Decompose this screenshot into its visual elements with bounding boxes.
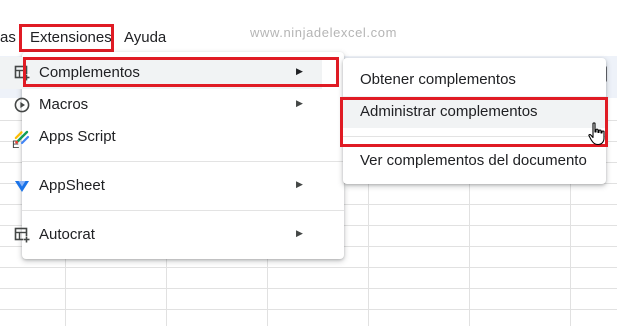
submenu-arrow-icon: ▶	[296, 179, 303, 189]
menu-item-label: AppSheet	[39, 177, 105, 194]
administrar-highlight-box	[340, 97, 608, 147]
submenu-item-ver-documento[interactable]: Ver complementos del documento	[343, 145, 606, 177]
menu-item-partial[interactable]: as	[0, 28, 16, 48]
menu-item-autocrat[interactable]: Autocrat ▶	[0, 219, 322, 251]
complementos-highlight-box	[23, 57, 339, 87]
menu-item-apps-script[interactable]: Apps Script	[0, 121, 322, 153]
play-circle-icon	[14, 97, 30, 113]
menu-help[interactable]: Ayuda	[124, 28, 166, 48]
submenu-item-label: Obtener complementos	[360, 71, 516, 88]
submenu-item-label: Ver complementos del documento	[360, 152, 587, 169]
watermark: www.ninjadelexcel.com	[250, 25, 397, 40]
submenu-item-obtener[interactable]: Obtener complementos	[343, 64, 606, 96]
appsheet-icon	[14, 178, 30, 194]
submenu-arrow-icon: ▶	[296, 98, 303, 108]
menu-item-appsheet[interactable]: AppSheet ▶	[0, 170, 322, 202]
menu-item-label: Autocrat	[39, 226, 95, 243]
menu-item-label: Macros	[39, 96, 89, 113]
menu-divider	[22, 161, 344, 162]
menu-item-macros[interactable]: Macros ▶	[0, 89, 322, 121]
extensions-highlight-box	[19, 24, 114, 52]
apps-script-icon	[14, 129, 30, 145]
menu-item-label: Apps Script	[39, 128, 116, 145]
addon-grid-icon	[14, 227, 30, 243]
hand-cursor-icon	[588, 122, 605, 146]
menu-divider	[22, 210, 344, 211]
submenu-arrow-icon: ▶	[296, 228, 303, 238]
menu-bar: as Extensiones Ayuda www.ninjadelexcel.c…	[0, 0, 617, 52]
